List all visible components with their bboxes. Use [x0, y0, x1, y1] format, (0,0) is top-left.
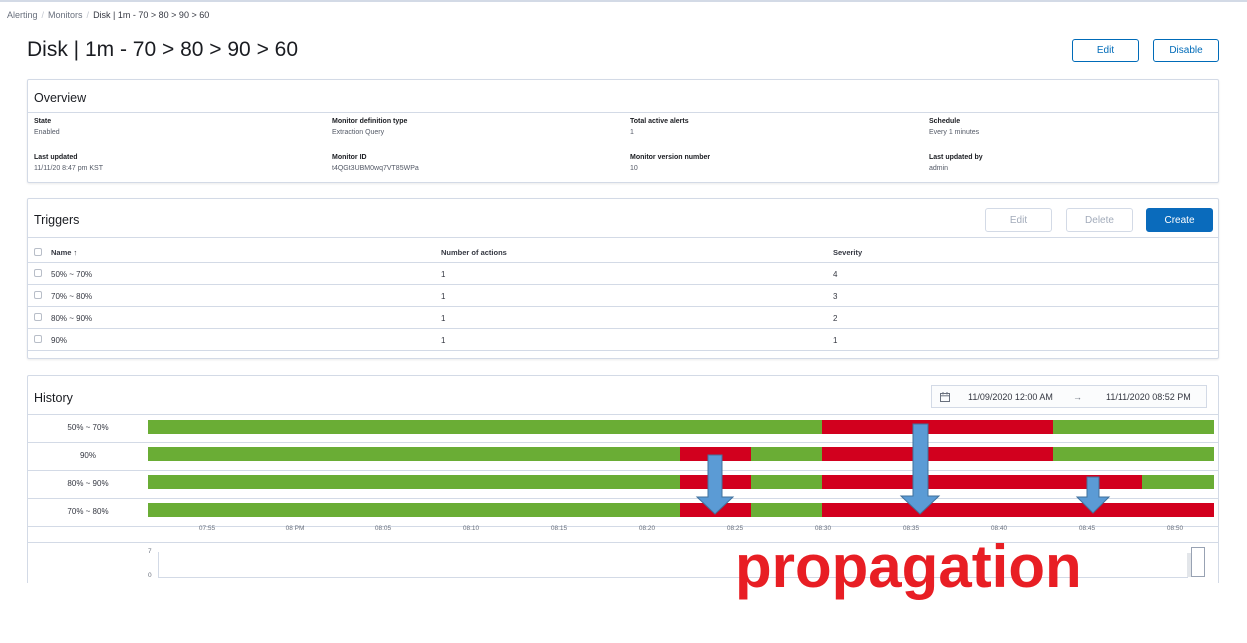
arrow-down-icon — [695, 454, 735, 515]
arrow-down-icon — [1075, 476, 1111, 514]
propagation-annotation: propagation — [735, 533, 1082, 600]
arrow-down-icon — [899, 423, 941, 515]
